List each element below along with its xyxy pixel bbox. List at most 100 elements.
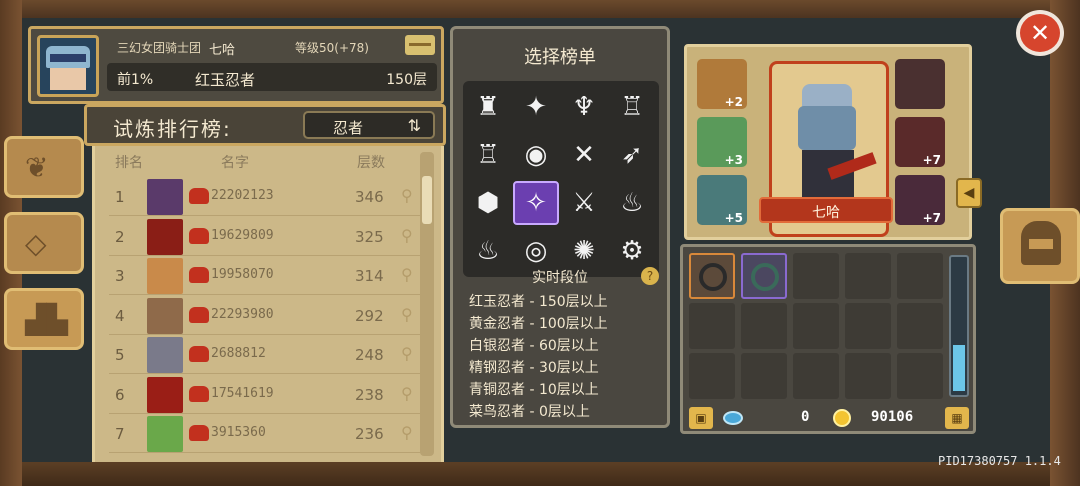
player-rank-bar: 前1% 红玉忍者 150层 — [107, 63, 437, 91]
magnifier-icon[interactable]: ⚲ — [401, 186, 413, 205]
row-name: 17541619 — [211, 385, 274, 401]
inventory-slot[interactable] — [689, 353, 735, 399]
row-rank: 1 — [115, 188, 125, 206]
feather-icon: ❦ — [25, 151, 49, 184]
magnifier-icon[interactable]: ⚲ — [401, 344, 413, 363]
tier-row: 黄金忍者 - 100层以上 — [469, 316, 608, 332]
table-row[interactable]: 6 17541619 238 ⚲ — [109, 376, 425, 414]
inventory-slot[interactable] — [897, 353, 943, 399]
row-floors: 238 — [355, 385, 384, 404]
row-avatar[interactable] — [147, 376, 183, 413]
temple-icon[interactable]: ♖ — [465, 133, 511, 177]
vortex-icon[interactable]: ◉ — [513, 133, 559, 177]
helmet-item-icon[interactable]: +2 — [697, 59, 747, 109]
class-icon-grid: ♜ ✦ ♆ ♖ ♖ ◉ ✕ ➶ ⬢ ✧ ⚔ ♨ ♨ ◎ ✺ ⚙ — [463, 81, 659, 277]
expand-arrow-icon[interactable]: ◀ — [956, 178, 982, 208]
star-burst-icon[interactable]: ✦ — [513, 85, 559, 129]
inventory-slot[interactable] — [845, 353, 891, 399]
leaderboard-title: 试炼排行榜: — [113, 117, 232, 141]
magnifier-icon[interactable]: ⚲ — [401, 384, 413, 403]
player-avatar[interactable] — [37, 35, 99, 97]
inventory-slot[interactable] — [845, 253, 891, 299]
flame-icon[interactable]: ♨ — [609, 181, 655, 225]
row-avatar[interactable] — [147, 218, 183, 255]
treasure-chest-icon[interactable] — [405, 35, 435, 55]
character-panel: 七哈 +2 +3 +5 +7 +7 — [684, 44, 972, 240]
leaderboard-table: 排名 名字 层数 1 22202123 346 ⚲ 2 19629809 325 ⚲ 3 1995… — [92, 146, 444, 462]
row-rank: 7 — [115, 425, 125, 443]
equip-level: +7 — [922, 211, 941, 225]
blade-item-icon[interactable]: +7 — [895, 175, 945, 225]
clan-badge-icon — [189, 346, 209, 362]
magnifier-icon[interactable]: ⚲ — [401, 226, 413, 245]
tab-diamond[interactable]: ◇ — [4, 212, 84, 274]
inventory-slot[interactable] — [741, 353, 787, 399]
inventory-slot[interactable] — [845, 303, 891, 349]
table-row[interactable]: 5 2688812 248 ⚲ — [109, 336, 425, 374]
row-floors: 314 — [355, 267, 384, 285]
inventory-slot[interactable] — [689, 303, 735, 349]
character-name-ribbon: 七哈 — [759, 197, 893, 223]
table-row[interactable]: 1 22202123 346 ⚲ — [109, 178, 425, 216]
category-label: 忍者 — [333, 119, 364, 137]
inventory-item[interactable] — [689, 253, 735, 299]
row-rank: 5 — [115, 346, 125, 364]
row-avatar[interactable] — [147, 297, 183, 334]
magnifier-icon[interactable]: ⚲ — [401, 423, 413, 442]
inventory-item[interactable] — [741, 253, 787, 299]
table-scrollbar[interactable] — [420, 152, 434, 456]
magnifier-icon[interactable]: ⚲ — [401, 305, 413, 324]
lock-icon[interactable]: ▣ — [689, 407, 713, 429]
inventory-slot[interactable] — [793, 353, 839, 399]
gauntlet-item-icon[interactable]: +7 — [895, 117, 945, 167]
claw-icon[interactable]: ⚔ — [561, 181, 607, 225]
help-icon[interactable]: ? — [641, 267, 659, 285]
row-avatar[interactable] — [147, 258, 183, 294]
table-row[interactable]: 4 22293980 292 ⚲ — [109, 297, 425, 335]
berserker-icon[interactable]: ♆ — [561, 85, 607, 129]
tier-row: 青铜忍者 - 10层以上 — [469, 382, 599, 398]
belt-item-icon[interactable]: +3 — [697, 117, 747, 167]
row-avatar[interactable] — [147, 179, 183, 215]
crossed-blades-icon[interactable]: ✕ — [561, 133, 607, 177]
clan-badge-icon — [189, 385, 209, 402]
row-avatar[interactable] — [147, 416, 183, 452]
helmet-tab-button[interactable] — [1000, 208, 1080, 284]
inventory-slot[interactable] — [897, 253, 943, 299]
grid-icon[interactable]: ▦ — [945, 407, 969, 429]
tab-ranking[interactable]: ▟▙ — [4, 288, 84, 350]
knight-icon[interactable]: ♜ — [465, 85, 511, 129]
engineer-icon[interactable]: ♖ — [609, 85, 655, 129]
player-floors: 150层 — [386, 72, 427, 88]
inventory-scroll-thumb[interactable] — [953, 345, 965, 391]
row-name: 19629809 — [211, 227, 274, 243]
magnifier-icon[interactable]: ⚲ — [401, 265, 413, 284]
gem-count: 0 — [801, 409, 810, 425]
close-button[interactable]: ✕ — [1016, 10, 1064, 56]
table-row[interactable]: 3 19958070 314 ⚲ — [109, 257, 425, 295]
dark-helmet-item-icon[interactable] — [895, 59, 945, 109]
hexagon-icon[interactable]: ⬢ — [465, 181, 511, 225]
table-row[interactable]: 2 19629809 325 ⚲ — [109, 218, 425, 256]
swap-arrows-icon[interactable]: ⇅ — [408, 116, 421, 135]
gem-icon — [723, 411, 743, 425]
table-row[interactable]: 7 3915360 236 ⚲ — [109, 415, 425, 453]
row-name: 22293980 — [211, 306, 274, 322]
inventory-scrollbar[interactable] — [949, 255, 969, 397]
player-card: 三幻女团骑士团 七哈 等级50(+78) 前1% 红玉忍者 150层 — [28, 26, 444, 104]
clan-badge-icon — [189, 227, 209, 244]
table-scroll-thumb[interactable] — [422, 176, 432, 224]
inventory-slot[interactable] — [741, 303, 787, 349]
coin-count: 90106 — [871, 409, 914, 425]
inventory-slot[interactable] — [793, 253, 839, 299]
arrows-icon[interactable]: ➶ — [609, 133, 655, 177]
tab-feather[interactable]: ❦ — [4, 136, 84, 198]
inventory-slot[interactable] — [793, 303, 839, 349]
table-header: 排名 名字 层数 — [95, 152, 441, 174]
inventory-slot[interactable] — [897, 303, 943, 349]
bracer-item-icon[interactable]: +5 — [697, 175, 747, 225]
ninja-star-icon[interactable]: ✧ — [513, 181, 559, 225]
row-avatar[interactable] — [147, 337, 183, 373]
category-selector[interactable]: 忍者 ⇅ — [303, 111, 435, 139]
equip-level: +7 — [922, 153, 941, 167]
